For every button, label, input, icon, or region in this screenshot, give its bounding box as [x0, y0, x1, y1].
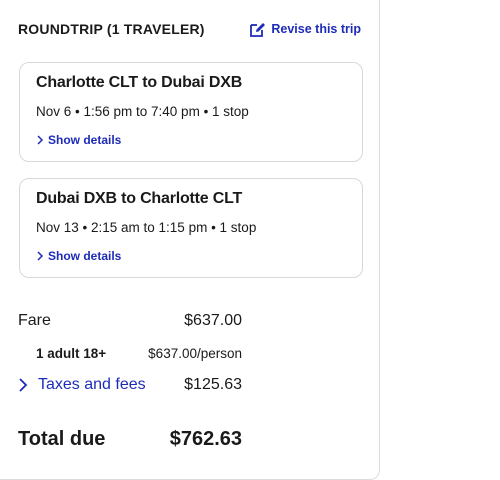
flight-route: Charlotte CLT to Dubai DXB	[36, 74, 243, 91]
total-label: Total due	[18, 428, 106, 450]
taxes-row: Taxes and fees $125.63	[18, 376, 242, 394]
show-details-label: Show details	[48, 133, 122, 147]
revise-trip-label: Revise this trip	[271, 22, 361, 36]
outbound-flight-card: Charlotte CLT to Dubai DXB Nov 6 • 1:56 …	[19, 62, 363, 162]
fare-label: Fare	[18, 312, 51, 329]
edit-icon	[249, 21, 266, 38]
flight-route: Dubai DXB to Charlotte CLT	[36, 190, 243, 207]
adult-fare-row: 1 adult 18+ $637.00/person	[18, 346, 242, 361]
trip-summary-panel: ROUNDTRIP (1 TRAVELER) Revise this trip …	[0, 0, 380, 480]
flight-schedule: Nov 13 • 2:15 am to 1:15 pm • 1 stop	[36, 220, 257, 235]
chevron-right-icon	[36, 251, 44, 261]
chevron-right-icon	[18, 377, 28, 393]
return-flight-card: Dubai DXB to Charlotte CLT Nov 13 • 2:15…	[19, 178, 363, 278]
show-details-button[interactable]: Show details	[36, 249, 121, 263]
total-row: Total due $762.63	[18, 428, 242, 451]
flight-schedule: Nov 6 • 1:56 pm to 7:40 pm • 1 stop	[36, 104, 249, 119]
adult-value: $637.00/person	[148, 346, 242, 361]
adult-label: 1 adult 18+	[36, 346, 107, 361]
show-details-button[interactable]: Show details	[36, 133, 121, 147]
fare-row: Fare $637.00	[18, 312, 242, 330]
chevron-right-icon	[36, 135, 44, 145]
taxes-value: $125.63	[184, 376, 242, 393]
show-details-label: Show details	[48, 249, 122, 263]
revise-trip-link[interactable]: Revise this trip	[249, 21, 361, 38]
trip-summary-header: ROUNDTRIP (1 TRAVELER) Revise this trip	[18, 18, 361, 40]
taxes-and-fees-toggle[interactable]: Taxes and fees	[18, 376, 146, 394]
total-value: $762.63	[169, 428, 242, 450]
trip-type-title: ROUNDTRIP (1 TRAVELER)	[18, 21, 205, 37]
fare-value: $637.00	[184, 312, 242, 329]
taxes-label: Taxes and fees	[38, 376, 146, 393]
